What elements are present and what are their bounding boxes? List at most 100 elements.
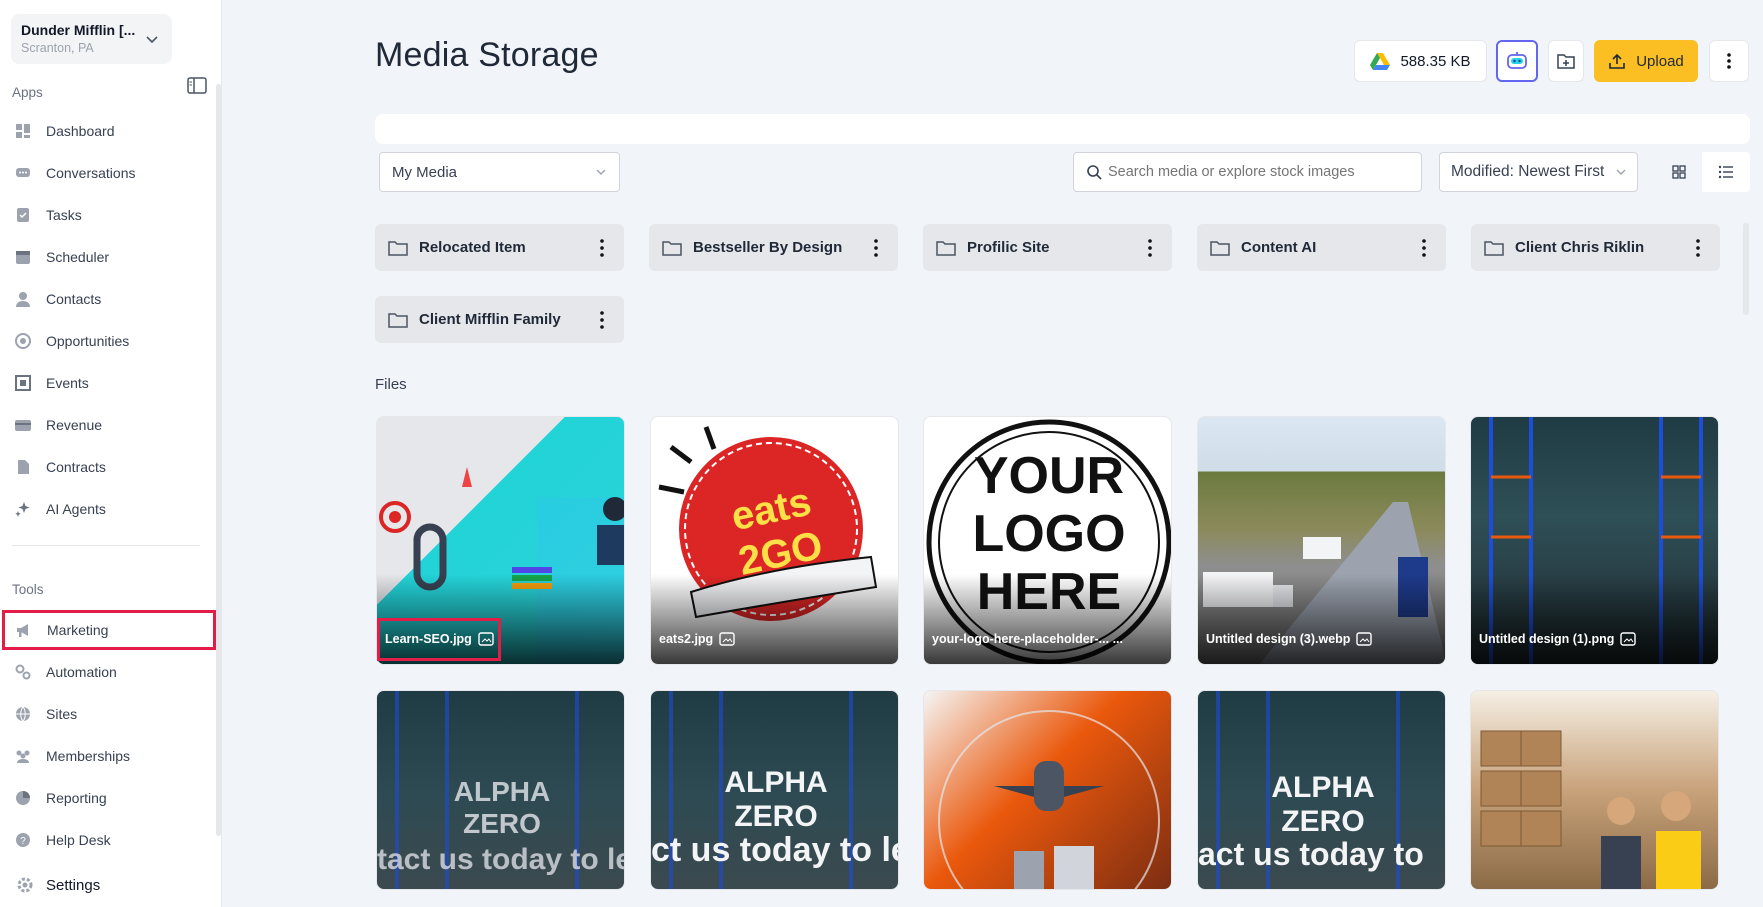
sidebar-scrollbar[interactable] (216, 84, 221, 836)
image-icon (719, 632, 735, 646)
thumbnail-overlay-text: act us today to (1198, 836, 1424, 872)
sidebar: Dunder Mifflin [... Scranton, PA Apps Da… (0, 0, 222, 907)
list-icon (1718, 165, 1733, 179)
sidebar-item-scheduler[interactable]: Scheduler (14, 240, 209, 274)
list-view-toggle[interactable] (1702, 152, 1750, 192)
file-card[interactable] (1470, 690, 1719, 890)
sidebar-item-memberships[interactable]: Memberships (14, 739, 209, 773)
folder-card[interactable]: Relocated Item (375, 224, 624, 271)
thumbnail-shade (651, 574, 898, 664)
upload-button[interactable]: Upload (1594, 40, 1698, 82)
more-vertical-icon[interactable] (1148, 238, 1152, 258)
folder-card[interactable]: Client Chris Riklin (1471, 224, 1720, 271)
tools-section-label: Tools (12, 582, 44, 597)
upload-label: Upload (1636, 52, 1684, 70)
file-name-wrap: Untitled design (1).png (1479, 632, 1637, 646)
sidebar-item-label: Scheduler (46, 249, 110, 265)
sidebar-item-reporting[interactable]: Reporting (14, 781, 209, 815)
file-name-wrap: your-logo-here-placeholder-... ... (932, 632, 1123, 646)
folder-card[interactable]: Profilic Site (923, 224, 1172, 271)
calendar-icon (14, 248, 32, 266)
folder-card[interactable]: Client Mifflin Family (375, 296, 624, 343)
more-vertical-icon[interactable] (600, 310, 604, 330)
folder-card[interactable]: Bestseller By Design (649, 224, 898, 271)
sidebar-item-marketing[interactable]: Marketing (2, 610, 216, 650)
file-card[interactable]: Untitled design (1).png (1470, 416, 1719, 665)
file-card[interactable]: eats 2GO eats2.jpg (650, 416, 899, 665)
folder-name: Bestseller By Design (693, 239, 843, 256)
content-scrollbar[interactable] (1743, 223, 1749, 315)
more-options-button[interactable] (1709, 40, 1749, 82)
thumbnail-shade (924, 574, 1171, 664)
ai-assistant-button[interactable] (1496, 40, 1538, 82)
more-vertical-icon[interactable] (1696, 238, 1700, 258)
sidebar-item-revenue[interactable]: Revenue (14, 408, 209, 442)
sidebar-item-opportunities[interactable]: Opportunities (14, 324, 209, 358)
sidebar-item-label: Memberships (46, 748, 131, 764)
sidebar-item-label: Contracts (46, 459, 106, 475)
sidebar-item-label: Dashboard (46, 123, 115, 139)
file-thumbnail (938, 710, 1160, 889)
storage-used: 588.35 KB (1400, 52, 1471, 70)
collapse-sidebar-icon[interactable] (187, 77, 207, 94)
gear-icon (16, 876, 34, 894)
file-card[interactable]: ALPHA ZERO act us today to (1197, 690, 1446, 890)
search-input[interactable] (1108, 164, 1398, 180)
file-card[interactable] (923, 690, 1172, 890)
globe-icon (14, 705, 32, 723)
folder-icon (936, 240, 956, 256)
grid-view-toggle[interactable] (1656, 152, 1702, 192)
more-vertical-icon (1727, 53, 1731, 69)
image-icon (1356, 632, 1373, 646)
sidebar-item-label: Conversations (46, 165, 136, 181)
storage-usage-button[interactable]: 588.35 KB (1354, 40, 1487, 82)
sidebar-item-sites[interactable]: Sites (14, 697, 209, 731)
files-section-label: Files (375, 376, 407, 393)
more-vertical-icon[interactable] (874, 238, 878, 258)
more-vertical-icon[interactable] (600, 238, 604, 258)
file-thumbnail (1480, 730, 1701, 889)
sidebar-item-automation[interactable]: Automation (14, 655, 209, 689)
thumbnail-brand-text: ALPHA ZERO (1271, 771, 1375, 838)
folder-card[interactable]: Content AI (1197, 224, 1446, 271)
sidebar-item-label: AI Agents (46, 501, 106, 517)
sidebar-item-events[interactable]: Events (14, 366, 209, 400)
folder-name: Client Chris Riklin (1515, 239, 1645, 256)
file-card[interactable]: YOUR LOGO HERE your-logo-here-placeholde… (923, 416, 1172, 665)
sidebar-item-tasks[interactable]: Tasks (14, 198, 209, 232)
search-box[interactable] (1073, 152, 1422, 192)
sidebar-item-label: Reporting (46, 790, 107, 806)
upload-icon (1609, 53, 1626, 69)
folder-icon (1484, 240, 1504, 256)
file-card[interactable]: ALPHA ZERO ct us today to le (650, 690, 899, 890)
sidebar-item-dashboard[interactable]: Dashboard (14, 114, 209, 148)
users-icon (14, 747, 32, 765)
card-icon (14, 416, 32, 434)
sidebar-item-label: Events (46, 375, 89, 391)
thumbnail-brand-text: ALPHA ZERO (453, 776, 551, 839)
account-switcher[interactable]: Dunder Mifflin [... Scranton, PA (11, 14, 172, 64)
sidebar-item-contracts[interactable]: Contracts (14, 450, 209, 484)
sidebar-item-settings[interactable]: Settings (16, 876, 100, 894)
sidebar-item-conversations[interactable]: Conversations (14, 156, 209, 190)
folder-name: Relocated Item (419, 239, 526, 256)
sidebar-item-help-desk[interactable]: ? Help Desk (14, 823, 209, 857)
file-card[interactable]: Untitled design (3).webp (1197, 416, 1446, 665)
file-name: your-logo-here-placeholder-... ... (932, 632, 1123, 646)
sort-select[interactable]: Modified: Newest First (1439, 152, 1638, 192)
sidebar-item-ai-agents[interactable]: AI Agents (14, 492, 209, 526)
folder-icon (662, 240, 682, 256)
new-folder-button[interactable] (1548, 40, 1584, 82)
media-filter-select[interactable]: My Media (379, 152, 620, 192)
sidebar-item-contacts[interactable]: Contacts (14, 282, 209, 316)
thumbnail-overlay-text: tact us today to le (377, 843, 625, 876)
more-vertical-icon[interactable] (1422, 238, 1426, 258)
file-name-wrap: eats2.jpg (659, 632, 735, 646)
chevron-down-icon (1616, 169, 1626, 175)
person-icon (14, 290, 32, 308)
sparkle-icon (14, 500, 32, 518)
folder-name: Content AI (1241, 239, 1317, 256)
account-name: Dunder Mifflin [... (21, 22, 136, 38)
tasks-icon (14, 206, 32, 224)
file-card[interactable]: ALPHA ZERO tact us today to le (376, 690, 625, 890)
